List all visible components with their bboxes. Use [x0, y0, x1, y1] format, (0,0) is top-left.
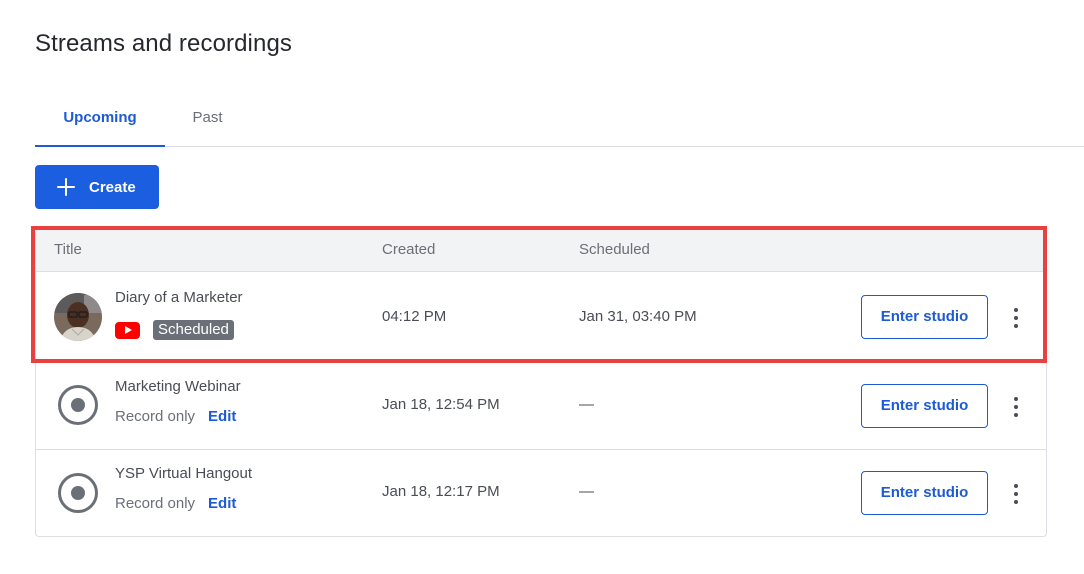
tab-upcoming[interactable]: Upcoming [35, 100, 165, 147]
created-time: Jan 18, 12:54 PM [382, 396, 500, 413]
create-button[interactable]: Create [35, 165, 159, 209]
stream-meta: Record only Edit [115, 408, 236, 425]
stream-meta: Record only Edit [115, 495, 236, 512]
stream-meta: Scheduled [115, 320, 234, 340]
created-time: Jan 18, 12:17 PM [382, 483, 500, 500]
edit-link[interactable]: Edit [208, 408, 236, 425]
stream-title: Diary of a Marketer [115, 289, 243, 306]
scheduled-time: — [579, 483, 594, 500]
plus-icon [57, 178, 75, 196]
record-icon [58, 385, 98, 425]
youtube-icon [115, 321, 140, 339]
status-badge: Scheduled [153, 320, 234, 340]
enter-studio-button[interactable]: Enter studio [861, 295, 988, 339]
table-header: Title Created Scheduled [36, 229, 1046, 272]
more-options-icon[interactable] [1008, 482, 1024, 506]
more-options-icon[interactable] [1008, 306, 1024, 330]
column-header-scheduled: Scheduled [579, 241, 650, 258]
enter-studio-button[interactable]: Enter studio [861, 384, 988, 428]
enter-studio-button[interactable]: Enter studio [861, 471, 988, 515]
record-type-label: Record only [115, 495, 196, 512]
tab-past[interactable]: Past [175, 100, 240, 147]
scheduled-time: — [579, 396, 594, 413]
created-time: 04:12 PM [382, 308, 447, 325]
table-row[interactable]: Diary of a Marketer Scheduled 04:12 PM J… [36, 272, 1046, 362]
column-header-title: Title [54, 241, 82, 258]
avatar [54, 293, 102, 341]
table-row[interactable]: YSP Virtual Hangout Record only Edit Jan… [36, 450, 1046, 536]
scheduled-time: Jan 31, 03:40 PM [579, 308, 697, 325]
stream-title: YSP Virtual Hangout [115, 465, 253, 482]
tab-bar: Upcoming Past [35, 100, 1084, 147]
record-icon [58, 473, 98, 513]
column-header-created: Created [382, 241, 436, 258]
record-type-label: Record only [115, 408, 196, 425]
page-title: Streams and recordings [35, 30, 292, 57]
streams-table: Title Created Scheduled Diary of a Marke… [35, 228, 1047, 537]
more-options-icon[interactable] [1008, 395, 1024, 419]
table-row[interactable]: Marketing Webinar Record only Edit Jan 1… [36, 362, 1046, 450]
edit-link[interactable]: Edit [208, 495, 236, 512]
create-button-label: Create [89, 178, 136, 196]
stream-title: Marketing Webinar [115, 378, 241, 395]
